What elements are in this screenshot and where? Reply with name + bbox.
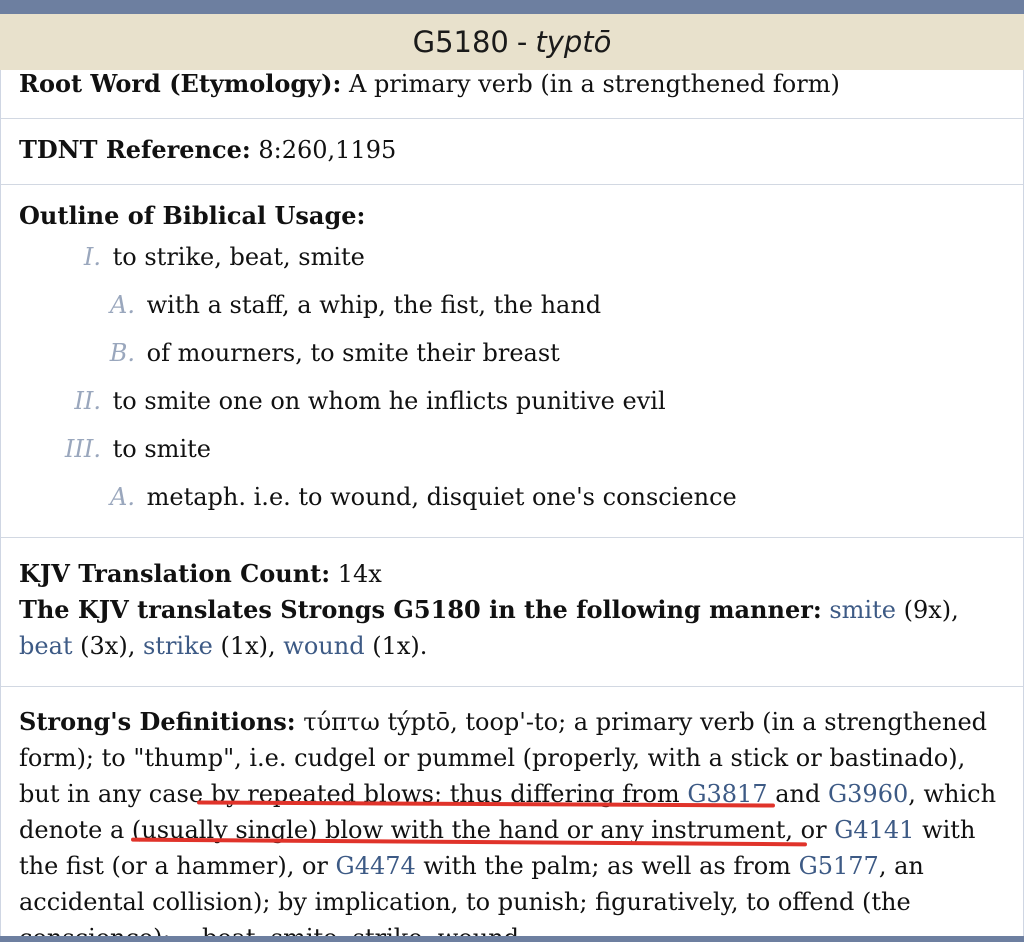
entry-content[interactable]: Root Word (Etymology): A primary verb (i… <box>0 70 1024 936</box>
strongs-link-g4141[interactable]: G4141 <box>834 816 914 844</box>
tdnt-label: TDNT Reference: <box>19 135 251 164</box>
root-word-label: Root Word (Etymology): <box>19 70 342 98</box>
kjv-word-link[interactable]: beat <box>19 632 73 660</box>
window-top-bar <box>0 0 1024 14</box>
strongs-link-g5177[interactable]: G5177 <box>799 852 879 880</box>
window-bottom-bar <box>0 936 1024 942</box>
greek-word: τύπτω <box>303 708 380 736</box>
kjv-separator: , <box>127 632 136 660</box>
kjv-word-link[interactable]: smite <box>829 596 896 624</box>
outline-numeral: B. <box>109 339 135 367</box>
outline-item: A. with a staff, a whip, the fist, the h… <box>19 281 1005 329</box>
outline-text: to smite <box>112 435 211 463</box>
outline-text: of mourners, to smite their breast <box>146 339 560 367</box>
kjv-translates-label: The KJV translates Strongs G5180 in the … <box>19 595 822 624</box>
outline-text: to smite one on whom he inflicts punitiv… <box>112 387 666 415</box>
outline-numeral: I. <box>83 243 101 271</box>
kjv-word-link[interactable]: wound <box>283 632 364 660</box>
kjv-translations: The KJV translates Strongs G5180 in the … <box>19 592 1005 664</box>
strongs-link-g3960[interactable]: G3960 <box>828 780 908 808</box>
strongs-definition-section: Strong's Definitions: τύπτω týptō, toop'… <box>1 687 1023 936</box>
kjv-word-count: (1x) <box>372 632 420 660</box>
outline-text: with a staff, a whip, the fist, the hand <box>146 291 602 319</box>
root-word-text: A primary verb (in a strengthened form) <box>348 70 840 98</box>
kjv-count-line: KJV Translation Count: 14x <box>19 556 1005 592</box>
strongs-label: Strong's Definitions: <box>19 707 296 736</box>
kjv-separator: , <box>951 596 959 624</box>
outline-label: Outline of Biblical Usage: <box>19 201 366 230</box>
outline-numeral: A. <box>110 291 135 319</box>
outline-numeral: A. <box>110 483 135 511</box>
outline-item: B. of mourners, to smite their breast <box>19 329 1005 377</box>
tdnt-section: TDNT Reference: 8:260,1195 <box>1 119 1023 185</box>
outline-section: Outline of Biblical Usage: I. to strike,… <box>1 185 1023 538</box>
kjv-word-count: (9x) <box>903 596 952 624</box>
entry-header: G5180 - typtō <box>0 14 1024 70</box>
outline-text: metaph. i.e. to wound, disquiet one's co… <box>146 483 737 511</box>
outline-text: to strike, beat, smite <box>112 243 365 271</box>
kjv-section: KJV Translation Count: 14x The KJV trans… <box>1 538 1023 687</box>
kjv-separator: . <box>419 632 428 660</box>
outline-numeral: II. <box>74 387 101 415</box>
transliteration: typtō <box>535 25 612 59</box>
outline-item: I. to strike, beat, smite <box>19 233 1005 281</box>
outline-item: A. metaph. i.e. to wound, disquiet one's… <box>19 473 1005 521</box>
tdnt-value: 8:260,1195 <box>258 136 397 164</box>
outline-item: III. to smite <box>19 425 1005 473</box>
strongs-code: G5180 <box>412 25 509 59</box>
kjv-count-value: 14x <box>337 560 382 588</box>
header-separator: - <box>516 25 528 59</box>
kjv-separator: , <box>268 632 276 660</box>
outline-item: II. to smite one on whom he inflicts pun… <box>19 377 1005 425</box>
kjv-word-count: (3x) <box>80 632 128 660</box>
outline-numeral: III. <box>64 435 101 463</box>
definition-text: with the palm; as well as from <box>423 852 791 880</box>
strongs-link-g4474[interactable]: G4474 <box>336 852 416 880</box>
definition-text: and <box>775 780 821 808</box>
root-word-section: Root Word (Etymology): A primary verb (i… <box>1 70 1023 119</box>
kjv-count-label: KJV Translation Count: <box>19 559 331 588</box>
kjv-word-link[interactable]: strike <box>143 632 213 660</box>
kjv-word-count: (1x) <box>220 632 269 660</box>
